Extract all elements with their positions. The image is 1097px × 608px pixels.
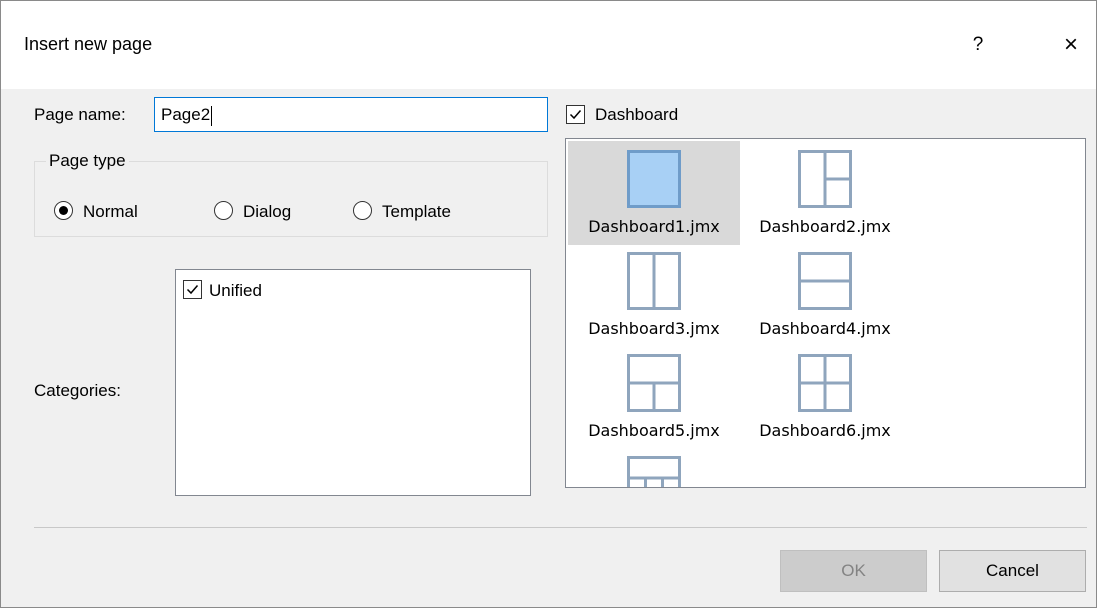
page-type-title: Page type bbox=[46, 151, 129, 171]
dashboard-item-label: Dashboard4.jmx bbox=[759, 319, 891, 338]
dashboard-item[interactable]: Dashboard5.jmx bbox=[568, 345, 740, 449]
single-panel-layout-icon bbox=[627, 150, 681, 208]
dashboard-item[interactable]: Dashboard2.jmx bbox=[739, 141, 911, 245]
dashboard-checkbox[interactable] bbox=[566, 105, 585, 124]
cancel-button[interactable]: Cancel bbox=[939, 550, 1086, 592]
dashboard-item[interactable] bbox=[568, 447, 740, 487]
categories-list[interactable]: Unified bbox=[175, 269, 531, 496]
dashboard-item-label: Dashboard3.jmx bbox=[588, 319, 720, 338]
dialog-title: Insert new page bbox=[24, 34, 153, 54]
check-icon bbox=[569, 110, 582, 120]
title-bar: Insert new page ? × bbox=[1, 1, 1096, 89]
unified-checkbox[interactable] bbox=[183, 280, 202, 299]
dashboard-item[interactable]: Dashboard6.jmx bbox=[739, 345, 911, 449]
dashboard-gallery[interactable]: Dashboard1.jmx Dashboard2.jmx Dashboard3… bbox=[565, 138, 1086, 488]
page-name-input[interactable]: Page2 bbox=[154, 97, 548, 132]
radio-normal-indicator[interactable] bbox=[54, 201, 73, 220]
two-column-layout-icon bbox=[627, 252, 681, 310]
dashboard-item-label: Dashboard2.jmx bbox=[759, 217, 891, 236]
split-panel-layout-icon bbox=[798, 150, 852, 208]
categories-label: Categories: bbox=[34, 381, 121, 400]
top-three-column-layout-icon bbox=[627, 456, 681, 487]
ok-button[interactable]: OK bbox=[780, 550, 927, 592]
unified-label[interactable]: Unified bbox=[209, 281, 262, 301]
radio-template-indicator[interactable] bbox=[353, 201, 372, 220]
dashboard-item-label: Dashboard6.jmx bbox=[759, 421, 891, 440]
page-name-label: Page name: bbox=[34, 105, 126, 124]
close-button[interactable]: × bbox=[1053, 25, 1089, 65]
dashboard-item-label: Dashboard1.jmx bbox=[588, 217, 720, 236]
page-type-group bbox=[34, 161, 548, 237]
dashboard-item[interactable]: Dashboard1.jmx bbox=[568, 141, 740, 245]
two-row-layout-icon bbox=[798, 252, 852, 310]
dashboard-item[interactable]: Dashboard3.jmx bbox=[568, 243, 740, 347]
dashboard-item[interactable]: Dashboard4.jmx bbox=[739, 243, 911, 347]
radio-dialog-indicator[interactable] bbox=[214, 201, 233, 220]
radio-normal-label[interactable]: Normal bbox=[83, 202, 138, 222]
page-name-value: Page2 bbox=[161, 105, 211, 124]
insert-page-dialog: Insert new page ? × Page name: Page2 Pag… bbox=[0, 0, 1097, 608]
text-caret bbox=[211, 105, 213, 126]
top-bottom-split-layout-icon bbox=[627, 354, 681, 412]
dashboard-label[interactable]: Dashboard bbox=[595, 105, 678, 125]
dashboard-item-label: Dashboard5.jmx bbox=[588, 421, 720, 440]
radio-template-label[interactable]: Template bbox=[382, 202, 451, 222]
footer-separator bbox=[34, 527, 1087, 528]
grid-layout-icon bbox=[798, 354, 852, 412]
radio-dialog-label[interactable]: Dialog bbox=[243, 202, 291, 222]
help-button[interactable]: ? bbox=[963, 25, 993, 65]
check-icon bbox=[186, 285, 199, 295]
